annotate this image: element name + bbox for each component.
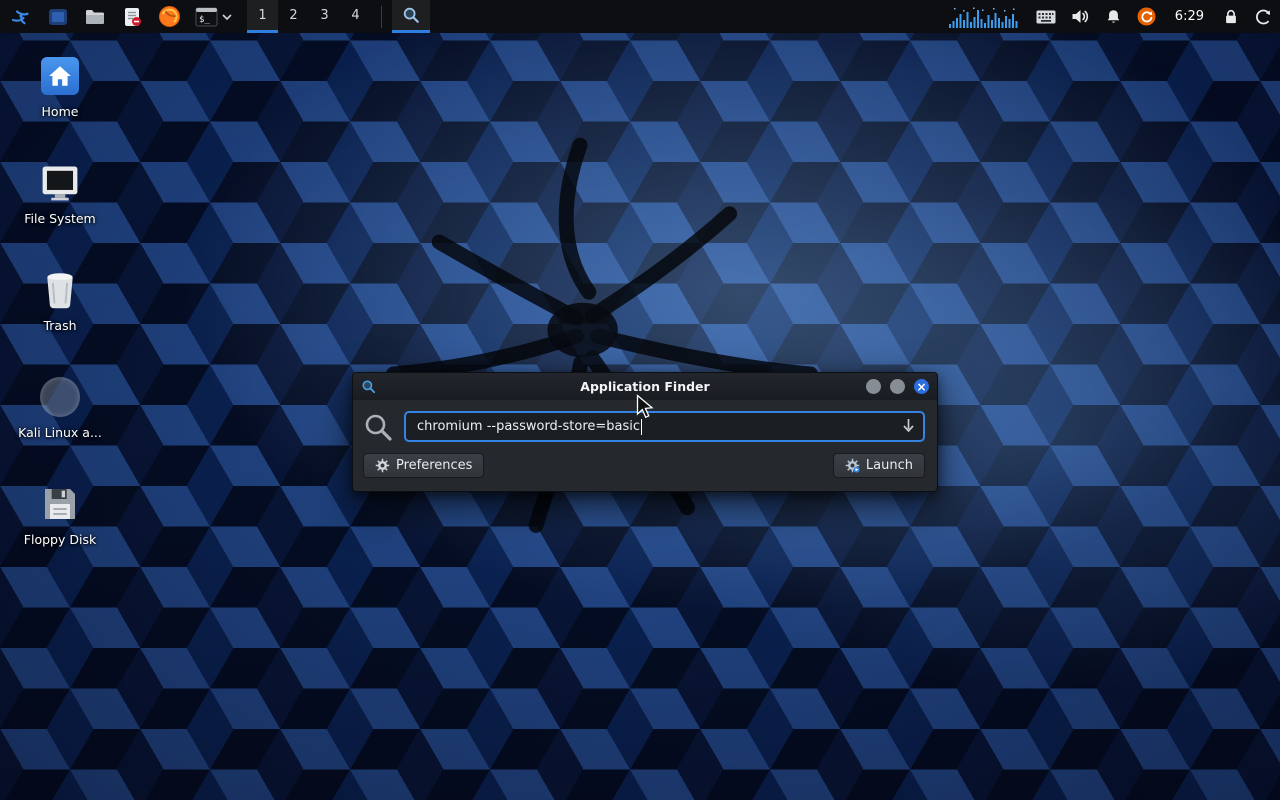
workspace-4[interactable]: 4 xyxy=(340,0,371,33)
application-finder-window: Application Finder chromium --password-s… xyxy=(352,372,938,492)
preferences-label: Preferences xyxy=(396,458,472,473)
file-system-icon xyxy=(39,163,81,203)
text-editor-icon xyxy=(121,6,143,28)
workspace-switcher: 1 2 3 4 xyxy=(247,0,371,33)
top-panel: $_ 1 2 3 4 xyxy=(0,0,1280,33)
chevron-down-icon[interactable] xyxy=(221,12,233,22)
clock[interactable]: 6:29 xyxy=(1171,9,1208,24)
audio-spectrum[interactable] xyxy=(949,6,1021,28)
lock-screen[interactable] xyxy=(1223,8,1239,25)
bell-icon xyxy=(1105,8,1122,26)
launch-label: Launch xyxy=(866,458,913,473)
desktop-icon-trash[interactable]: Trash xyxy=(12,268,108,333)
software-updates[interactable] xyxy=(1137,7,1156,26)
logout-icon xyxy=(1254,8,1272,26)
firefox-icon xyxy=(158,5,181,28)
kali-menu-button[interactable] xyxy=(8,4,34,30)
mouse-cursor xyxy=(636,394,654,420)
search-input-value: chromium --password-store=basic xyxy=(417,419,640,434)
workspace-3[interactable]: 3 xyxy=(309,0,340,33)
update-icon xyxy=(1137,7,1156,26)
search-icon xyxy=(363,412,393,442)
firefox-launcher[interactable] xyxy=(156,4,182,30)
home-icon xyxy=(41,57,79,95)
search-input[interactable]: chromium --password-store=basic xyxy=(404,411,925,442)
desktop: $_ 1 2 3 4 xyxy=(0,0,1280,800)
desktop-icon-label: Floppy Disk xyxy=(24,532,96,547)
workspace-1[interactable]: 1 xyxy=(247,0,278,33)
volume-icon xyxy=(1071,8,1090,25)
launch-icon xyxy=(845,458,860,473)
terminal-icon: $_ xyxy=(195,7,218,27)
preferences-button[interactable]: Preferences xyxy=(363,453,484,478)
lock-icon xyxy=(1223,8,1239,25)
desktop-icon-floppy[interactable]: Floppy Disk xyxy=(12,482,108,547)
window-title: Application Finder xyxy=(353,379,937,394)
text-editor-launcher[interactable] xyxy=(119,4,145,30)
desktop-icon-label: Kali Linux a... xyxy=(18,425,102,440)
svg-text:$_: $_ xyxy=(199,15,210,25)
launch-button[interactable]: Launch xyxy=(833,453,925,478)
floppy-disk-icon xyxy=(40,484,80,524)
blue-app-icon xyxy=(47,6,69,28)
workspace-2[interactable]: 2 xyxy=(278,0,309,33)
maximize-button[interactable] xyxy=(890,379,905,394)
kali-menu-icon xyxy=(10,6,32,28)
keyboard-icon xyxy=(1036,10,1056,24)
notifications[interactable] xyxy=(1105,8,1122,26)
gear-icon xyxy=(375,458,390,473)
terminal-launcher[interactable]: $_ xyxy=(193,4,219,30)
taskbar-application-finder[interactable] xyxy=(392,0,430,33)
panel-separator xyxy=(381,6,382,28)
text-caret xyxy=(641,419,642,435)
desktop-icon-label: File System xyxy=(24,211,96,226)
arrow-down-icon[interactable] xyxy=(902,418,915,433)
volume-control[interactable] xyxy=(1071,8,1090,25)
search-icon xyxy=(402,6,420,24)
trash-icon xyxy=(41,270,79,310)
desktop-icon-kali-installer[interactable]: Kali Linux a... xyxy=(12,375,108,440)
blue-app-launcher[interactable] xyxy=(45,4,71,30)
close-button[interactable] xyxy=(914,379,929,394)
desktop-icon-file-system[interactable]: File System xyxy=(12,161,108,226)
logout[interactable] xyxy=(1254,8,1272,26)
keyboard-indicator[interactable] xyxy=(1036,10,1056,24)
desktop-icon-label: Home xyxy=(42,104,79,119)
minimize-button[interactable] xyxy=(866,379,881,394)
kali-installer-icon xyxy=(40,377,80,417)
folder-icon xyxy=(84,6,106,28)
desktop-icon-home[interactable]: Home xyxy=(12,54,108,119)
file-manager-launcher[interactable] xyxy=(82,4,108,30)
desktop-icon-label: Trash xyxy=(43,318,76,333)
